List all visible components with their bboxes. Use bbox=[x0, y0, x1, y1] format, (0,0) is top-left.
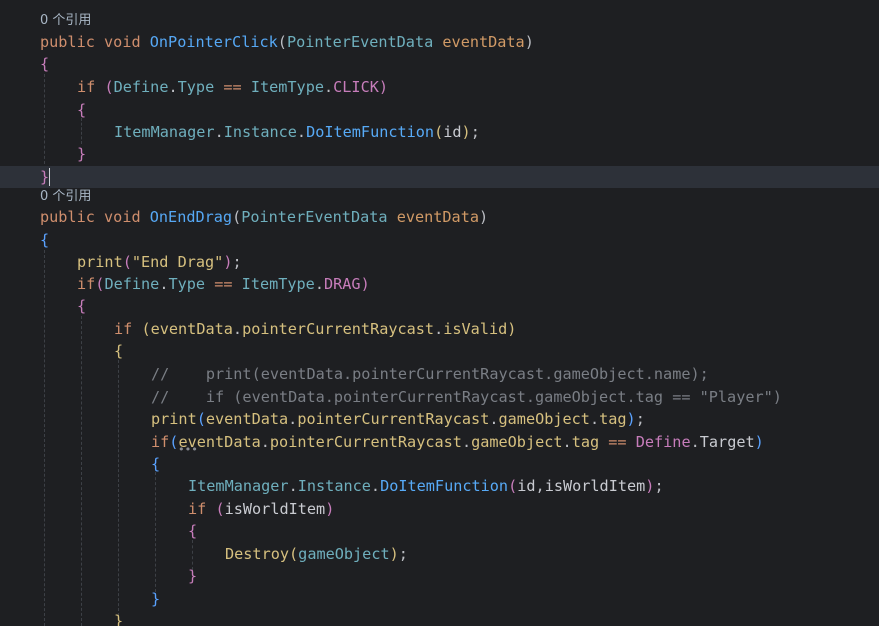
code-line[interactable]: } bbox=[0, 143, 879, 165]
open-brace: { bbox=[77, 297, 87, 315]
code-line[interactable]: if (isWorldItem) bbox=[0, 498, 879, 520]
code-line[interactable]: ItemManager.Instance.DoItemFunction(id,i… bbox=[0, 475, 879, 497]
code-line[interactable]: { bbox=[0, 520, 879, 542]
code-line[interactable]: if (Define.Type == ItemType.CLICK) bbox=[0, 76, 879, 98]
open-brace: { bbox=[77, 101, 87, 119]
close-brace: } bbox=[40, 168, 50, 186]
statement: print(eventData.pointerCurrentRaycast.ga… bbox=[151, 410, 645, 428]
code-line[interactable]: { bbox=[0, 53, 879, 75]
statement: ItemManager.Instance.DoItemFunction(id); bbox=[114, 123, 480, 141]
code-line-hint: 0 个引用 bbox=[0, 186, 879, 208]
close-brace: } bbox=[151, 590, 161, 608]
open-brace: { bbox=[40, 231, 50, 249]
close-brace: } bbox=[114, 612, 124, 626]
statement: print("End Drag"); bbox=[77, 253, 242, 271]
code-line[interactable]: public void OnPointerClick(PointerEventD… bbox=[0, 31, 879, 53]
code-line[interactable]: } bbox=[0, 588, 879, 610]
references-hint[interactable]: 0 个引用 bbox=[40, 10, 91, 32]
code-editor[interactable]: 0 个引用 public void OnPointerClick(Pointer… bbox=[0, 0, 879, 626]
code-line[interactable]: { bbox=[0, 295, 879, 317]
open-brace: { bbox=[151, 455, 161, 473]
if-statement: if (isWorldItem) bbox=[188, 500, 335, 518]
code-line[interactable]: ItemManager.Instance.DoItemFunction(id); bbox=[0, 121, 879, 143]
comment: // if (eventData.pointerCurrentRaycast.g… bbox=[151, 388, 782, 406]
code-line[interactable]: { bbox=[0, 340, 879, 362]
open-brace: { bbox=[114, 342, 124, 360]
code-line[interactable]: // print(eventData.pointerCurrentRaycast… bbox=[0, 363, 879, 385]
open-brace: { bbox=[188, 522, 198, 540]
code-line[interactable]: public void OnEndDrag(PointerEventData e… bbox=[0, 206, 879, 228]
text-caret bbox=[49, 168, 50, 186]
code-line[interactable]: { bbox=[0, 229, 879, 251]
close-brace: } bbox=[188, 567, 198, 585]
code-line[interactable]: { bbox=[0, 99, 879, 121]
code-line[interactable]: { bbox=[0, 453, 879, 475]
code-line[interactable]: } bbox=[0, 610, 879, 626]
open-brace: { bbox=[40, 55, 50, 73]
code-line[interactable]: } bbox=[0, 565, 879, 587]
code-line[interactable]: print("End Drag"); bbox=[0, 251, 879, 273]
code-line[interactable]: if (eventData.pointerCurrentRaycast.isVa… bbox=[0, 318, 879, 340]
statement: ItemManager.Instance.DoItemFunction(id,i… bbox=[188, 477, 664, 495]
code-line[interactable]: print(eventData.pointerCurrentRaycast.ga… bbox=[0, 408, 879, 430]
code-line-hint: 0 个引用 bbox=[0, 10, 879, 32]
code-line[interactable]: if(eventData.pointerCurrentRaycast.gameO… bbox=[0, 431, 879, 456]
code-line[interactable]: Destroy(gameObject); bbox=[0, 543, 879, 565]
close-brace: } bbox=[77, 145, 87, 163]
if-statement: if (eventData.pointerCurrentRaycast.isVa… bbox=[114, 320, 517, 338]
method-signature: public void OnEndDrag(PointerEventData e… bbox=[40, 208, 489, 226]
code-line-current[interactable]: } bbox=[0, 166, 879, 188]
statement: Destroy(gameObject); bbox=[225, 545, 408, 563]
if-statement: if(eventData.pointerCurrentRaycast.gameO… bbox=[151, 433, 764, 451]
comment: // print(eventData.pointerCurrentRaycast… bbox=[151, 365, 709, 383]
method-signature: public void OnPointerClick(PointerEventD… bbox=[40, 33, 534, 51]
if-statement: if (Define.Type == ItemType.CLICK) bbox=[77, 78, 389, 96]
code-line[interactable]: // if (eventData.pointerCurrentRaycast.g… bbox=[0, 386, 879, 408]
references-hint[interactable]: 0 个引用 bbox=[40, 186, 91, 208]
if-statement: if(Define.Type == ItemType.DRAG) bbox=[77, 275, 370, 293]
code-line[interactable]: if(Define.Type == ItemType.DRAG) bbox=[0, 273, 879, 295]
